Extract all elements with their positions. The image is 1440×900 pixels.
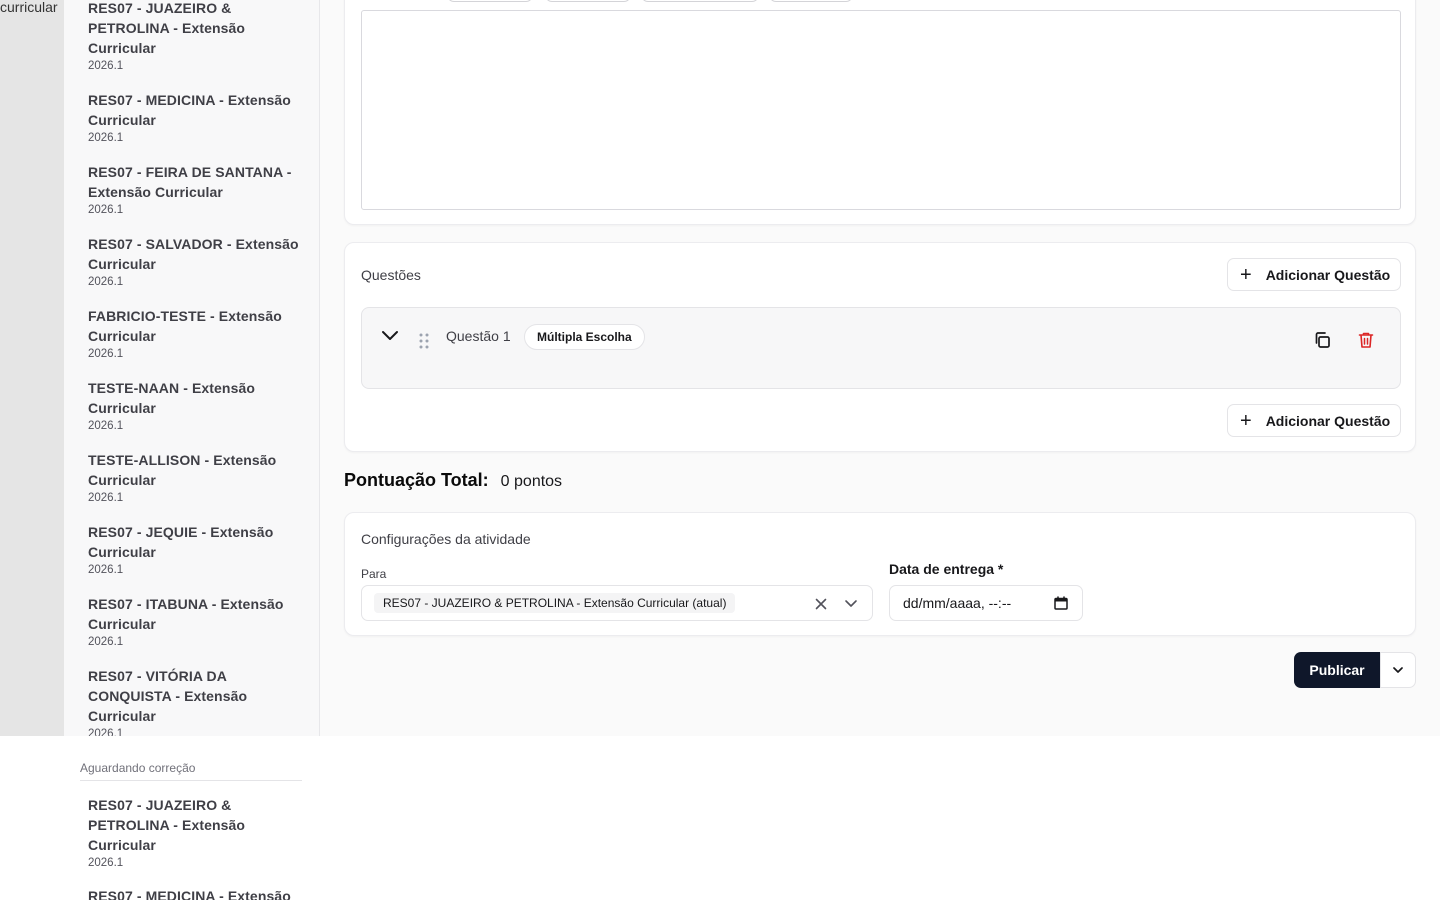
sidebar-item-title: RES07 - SALVADOR - Extensão Curricular [88, 236, 299, 272]
chevron-down-icon[interactable] [380, 328, 400, 344]
close-icon[interactable] [814, 597, 828, 611]
question-name: Questão 1 [446, 328, 511, 344]
app-root: curricular RES07 - JUAZEIRO & PETROLINA … [0, 0, 1440, 900]
sidebar-item-period: 2026.1 [88, 564, 124, 576]
calendar-icon[interactable] [1054, 596, 1068, 610]
questions-heading: Questões [361, 267, 421, 283]
due-date-input[interactable]: dd/mm/aaaa, --:-- [889, 585, 1083, 621]
sidebar-item-title: TESTE-ALLISON - Extensão Curricular [88, 452, 277, 488]
copy-icon[interactable] [1312, 330, 1332, 350]
sidebar-item[interactable]: RES07 - ITABUNA - Extensão Curricular 20… [88, 594, 300, 649]
awaiting-correction-heading: Aguardando correção [80, 761, 302, 781]
due-date-placeholder: dd/mm/aaaa, --:-- [903, 595, 1012, 611]
sidebar-item[interactable]: RES07 - JUAZEIRO & PETROLINA - Extensão … [88, 0, 300, 73]
sidebar-item-title: TESTE-NAAN - Extensão Curricular [88, 380, 256, 416]
add-question-button[interactable]: + Adicionar Questão [1227, 258, 1402, 291]
plus-icon: + [1240, 263, 1252, 286]
sidebar-item-period: 2026.1 [88, 492, 124, 504]
sidebar-item-title: RES07 - JUAZEIRO & PETROLINA - Extensão … [88, 0, 246, 56]
grip-icon[interactable] [419, 333, 429, 349]
sidebar-item-period: 2026.1 [88, 728, 124, 736]
selected-target-chip: RES07 - JUAZEIRO & PETROLINA - Extensão … [374, 593, 736, 613]
sidebar-item-period: 2026.1 [88, 132, 124, 144]
sidebar-awaiting-section: Aguardando correção RES07 - JUAZEIRO & P… [64, 736, 320, 900]
sidebar-item-title: RES07 - VITÓRIA DA CONQUISTA - Extensão … [88, 668, 248, 724]
toolbar-button[interactable] [447, 0, 533, 2]
description-editor[interactable] [361, 10, 1401, 210]
total-score: Pontuação Total: 0 pontos [344, 470, 562, 491]
sidebar-item-period: 2026.1 [88, 204, 124, 216]
sidebar-item-title: RES07 - MEDICINA - Extensão [88, 888, 291, 900]
sidebar-item[interactable]: RES07 - MEDICINA - Extensão Curricular 2… [88, 90, 300, 145]
target-select[interactable]: RES07 - JUAZEIRO & PETROLINA - Extensão … [361, 585, 873, 621]
questions-card: Questões + Adicionar Questão Questão 1 M… [344, 242, 1416, 452]
toolbar-button[interactable] [545, 0, 631, 2]
sidebar-item-period: 2026.1 [88, 348, 124, 360]
sidebar-item-title: RES07 - JUAZEIRO & PETROLINA - Extensão … [88, 797, 246, 853]
sidebar-item[interactable]: RES07 - MEDICINA - Extensão [88, 886, 300, 900]
add-question-label: Adicionar Questão [1265, 266, 1391, 283]
add-question-label: Adicionar Questão [1265, 412, 1391, 429]
due-date-label: Data de entrega * [889, 561, 1004, 577]
main-content: Questões + Adicionar Questão Questão 1 M… [320, 0, 1440, 736]
sidebar-item-title: FABRICIO-TESTE - Extensão Curricular [88, 308, 282, 344]
sidebar-item-title: RES07 - FEIRA DE SANTANA - Extensão Curr… [88, 164, 292, 200]
add-question-bottom-button[interactable]: + Adicionar Questão [1227, 404, 1402, 437]
chevron-down-icon [1393, 667, 1403, 673]
total-score-label: Pontuação Total: [344, 470, 489, 490]
chevron-down-icon[interactable] [844, 598, 858, 610]
total-score-value: 0 pontos [500, 473, 563, 490]
activity-config-card: Configurações da atividade Para RES07 - … [344, 512, 1416, 636]
activity-sidebar: RES07 - JUAZEIRO & PETROLINA - Extensão … [64, 0, 320, 736]
target-label: Para [361, 567, 387, 581]
sidebar-item-title: RES07 - ITABUNA - Extensão Curricular [88, 596, 284, 632]
sidebar-item-title: RES07 - MEDICINA - Extensão Curricular [88, 92, 291, 128]
sidebar-item-period: 2026.1 [88, 420, 124, 432]
question-item[interactable]: Questão 1 Múltipla Escolha [361, 307, 1401, 389]
toolbar-button[interactable] [769, 0, 853, 2]
publish-options-button[interactable] [1380, 652, 1416, 688]
sidebar-item[interactable]: RES07 - JEQUIE - Extensão Curricular 202… [88, 522, 300, 577]
sidebar-item-period: 2026.1 [88, 60, 124, 72]
sidebar-item-period: 2026.1 [88, 857, 124, 869]
question-type-badge: Múltipla Escolha [524, 324, 645, 350]
sidebar-item[interactable]: TESTE-ALLISON - Extensão Curricular 2026… [88, 450, 300, 505]
sidebar-item-period: 2026.1 [88, 636, 124, 648]
publish-button[interactable]: Publicar [1294, 652, 1380, 688]
sidebar-item[interactable]: RES07 - JUAZEIRO & PETROLINA - Extensão … [88, 795, 300, 870]
config-heading: Configurações da atividade [361, 531, 531, 547]
trash-icon[interactable] [1356, 330, 1376, 350]
sidebar-item[interactable]: RES07 - SALVADOR - Extensão Curricular 2… [88, 234, 300, 289]
sidebar-item-period: 2026.1 [88, 276, 124, 288]
sidebar-item[interactable]: RES07 - FEIRA DE SANTANA - Extensão Curr… [88, 162, 300, 217]
sidebar-item[interactable]: TESTE-NAAN - Extensão Curricular 2026.1 [88, 378, 300, 433]
sidebar-item[interactable]: FABRICIO-TESTE - Extensão Curricular 202… [88, 306, 300, 361]
description-editor-card [344, 0, 1416, 225]
plus-icon: + [1240, 409, 1252, 432]
sidebar-item[interactable]: RES07 - VITÓRIA DA CONQUISTA - Extensão … [88, 666, 300, 736]
sidebar-item-title: RES07 - JEQUIE - Extensão Curricular [88, 524, 274, 560]
left-rail: curricular [0, 0, 64, 736]
toolbar-button[interactable] [641, 0, 759, 2]
rail-label: curricular [0, 0, 58, 15]
